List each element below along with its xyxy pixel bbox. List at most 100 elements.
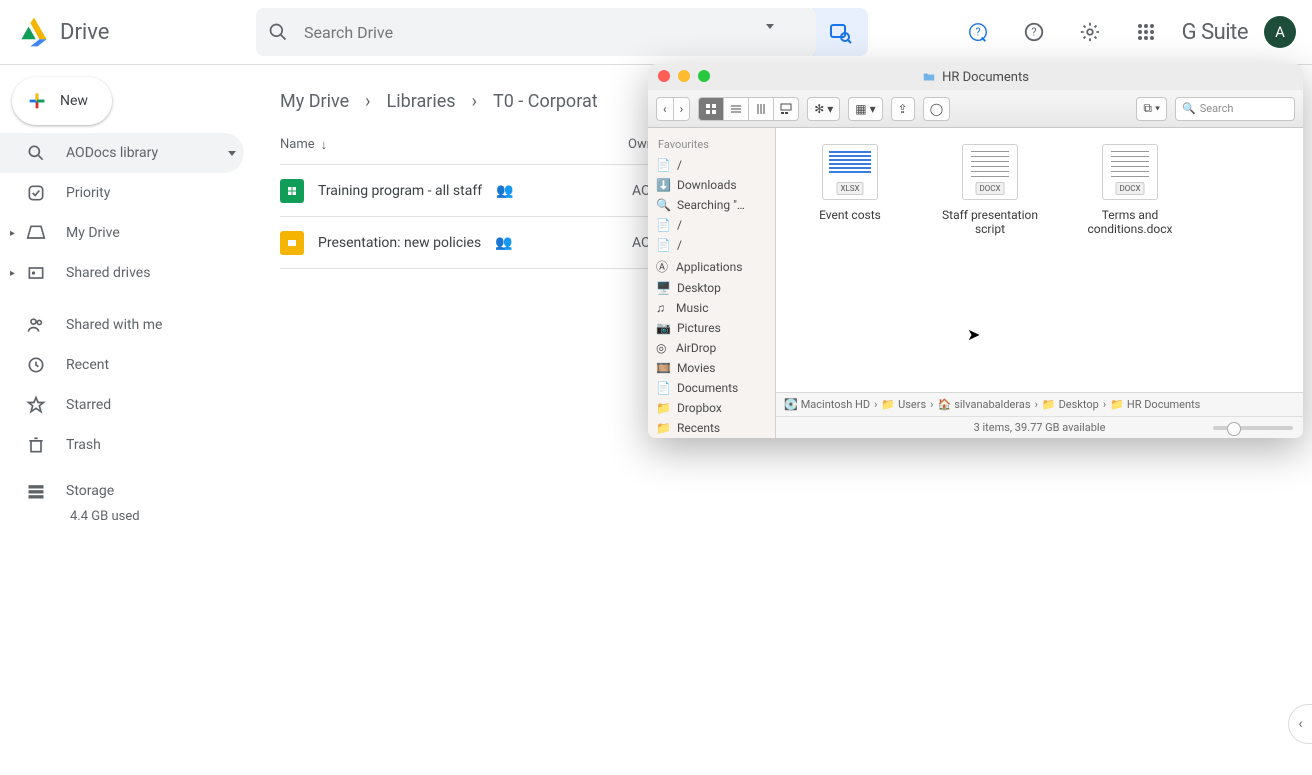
view-gallery-button[interactable] [773,97,799,121]
finder-sidebar-item[interactable]: 🎞️Movies [648,358,775,378]
sidebar-shared-drives[interactable]: Shared drives [0,253,244,293]
search-options-caret-icon[interactable] [766,24,774,29]
drive-logo[interactable]: Drive [16,14,256,50]
search-bar[interactable] [256,8,816,56]
folder-icon [922,70,936,84]
finder-search[interactable]: 🔍 Search [1175,97,1295,121]
dropbox-button[interactable]: ⧉ ▾ [1136,97,1167,121]
share-button[interactable]: ⇪ [891,97,915,121]
tags-button[interactable]: ◯ [923,97,950,121]
sheets-file-icon [280,179,304,203]
view-icons-button[interactable] [698,97,723,121]
sidebar-my-drive[interactable]: My Drive [0,213,244,253]
airdrop-icon: ◎ [656,341,670,355]
account-avatar[interactable]: A [1264,16,1296,48]
sidebar-recent[interactable]: Recent [0,345,244,385]
finder-file[interactable]: Event costs [800,144,900,222]
action-menu-button[interactable]: ✻ ▾ [807,97,840,121]
breadcrumb-seg[interactable]: My Drive [280,91,349,112]
finder-sidebar-item[interactable]: 🔍Searching "… [648,195,775,215]
sidebar-starred[interactable]: Starred [0,385,244,425]
sidebar-header-favourites: Favourites [648,134,775,155]
breadcrumb-seg[interactable]: T0 - Corporat [493,91,598,112]
folder-icon: 📁 [1042,398,1056,411]
arrange-menu-button[interactable]: ▦ ▾ [848,97,882,121]
finder-file-grid[interactable]: Event costs Staff presentation script Te… [776,128,1303,392]
file-name: Training program - all staff [318,183,482,199]
search-icon [268,22,288,42]
finder-sidebar-item[interactable]: 📄Documents [648,378,775,398]
xlsx-file-icon [822,144,878,200]
desktop-icon: 🖥️ [656,281,671,295]
star-icon [26,395,46,415]
movies-icon: 🎞️ [656,361,671,375]
column-name[interactable]: Name ↓ [280,137,620,153]
help-icon[interactable]: ? [1014,12,1054,52]
shared-icon: 👥 [496,183,513,199]
sidebar-trash[interactable]: Trash [0,425,244,465]
traffic-close-icon[interactable] [658,70,670,82]
back-button[interactable]: ‹ [656,97,673,121]
sort-arrow-down-icon: ↓ [321,137,328,153]
finder-sidebar-item[interactable]: 📷Pictures [648,318,775,338]
finder-sidebar-item[interactable]: ◎AirDrop [648,338,775,358]
apps-icon: Ⓐ [656,258,670,275]
apps-grid-icon[interactable] [1126,12,1166,52]
file-icon: 📄 [656,158,671,172]
gsuite-brand: G Suite [1182,20,1248,45]
chevron-down-icon[interactable] [228,151,236,156]
traffic-minimize-icon[interactable] [678,70,690,82]
finder-sidebar-item[interactable]: 📁Dropbox [648,398,775,418]
plus-icon [26,90,48,112]
finder-zoom-slider[interactable] [1213,426,1293,430]
chevron-right-icon: › [365,91,370,112]
finder-sidebar-item[interactable]: 📁Recents [648,418,775,438]
svg-text:?: ? [975,26,980,39]
search-icon [26,143,46,163]
traffic-zoom-icon[interactable] [698,70,710,82]
disk-icon: 💽 [784,398,798,411]
file-label: Terms and conditions.docx [1080,208,1180,236]
priority-icon [26,183,46,203]
finder-sidebar-item[interactable]: 📄/ [648,215,775,235]
sidebar-priority[interactable]: Priority [0,173,244,213]
people-icon [26,315,46,335]
finder-sidebar-item[interactable]: 📄/ [648,235,775,255]
folder-icon: 📁 [1110,398,1124,411]
finder-sidebar-item[interactable]: 📄/ [648,155,775,175]
finder-sidebar-item[interactable]: ⬇️Downloads [648,175,775,195]
finder-sidebar-item[interactable]: ♫Music [648,298,775,318]
search-icon: 🔍 [656,198,671,212]
drive-logo-icon [16,14,52,50]
finder-statusbar: 3 items, 39.77 GB available [776,416,1303,438]
sidebar-aodocs-library[interactable]: AODocs library [0,133,244,173]
drive-sidebar: New AODocs library Priority My Drive Sha… [0,65,256,775]
finder-pathbar[interactable]: 💽Macintosh HD › 📁Users › 🏠silvanabaldera… [776,392,1303,416]
storage-icon [26,481,46,501]
clock-icon [26,355,46,375]
view-list-button[interactable] [723,97,748,121]
shared-icon: 👥 [495,235,512,251]
finder-sidebar-item[interactable]: 🖥️Desktop [648,278,775,298]
file-label: Staff presentation script [940,208,1040,236]
finder-window-title: HR Documents [942,70,1029,85]
breadcrumb-seg[interactable]: Libraries [387,91,456,112]
sidebar-storage[interactable]: Storage [26,481,256,501]
search-input[interactable] [288,23,804,42]
aodocs-search-button[interactable] [812,8,868,56]
pictures-icon: 📷 [656,321,671,335]
finder-file[interactable]: Terms and conditions.docx [1080,144,1180,236]
sidebar-shared-with-me[interactable]: Shared with me [0,305,244,345]
forward-button[interactable]: › [673,97,691,121]
finder-window: HR Documents ‹ › ✻ ▾ ▦ ▾ ⇪ ◯ ⧉ ▾ 🔍 Searc… [648,64,1303,438]
finder-sidebar-item[interactable]: ⒶApplications [648,255,775,278]
finder-sidebar: Favourites 📄/ ⬇️Downloads 🔍Searching "… … [648,128,776,438]
settings-icon[interactable] [1070,12,1110,52]
new-button[interactable]: New [12,77,112,125]
music-icon: ♫ [656,301,670,315]
finder-titlebar[interactable]: HR Documents [648,64,1303,90]
downloads-icon: ⬇️ [656,178,671,192]
support-icon[interactable]: ? [958,12,998,52]
finder-file[interactable]: Staff presentation script [940,144,1040,236]
view-columns-button[interactable] [748,97,773,121]
